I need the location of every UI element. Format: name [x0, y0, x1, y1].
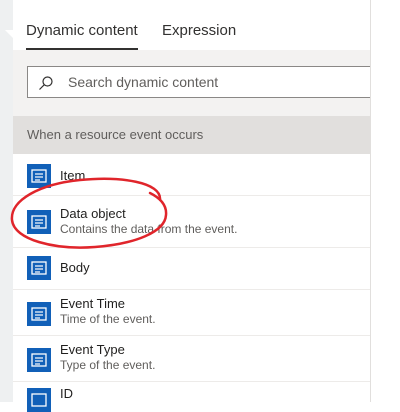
tab-dynamic-content[interactable]: Dynamic content — [26, 22, 138, 50]
list-item-id[interactable]: ID — [13, 382, 370, 412]
event-grid-icon — [27, 210, 51, 234]
search-icon — [39, 76, 53, 90]
tab-bar: Dynamic content Expression — [13, 0, 370, 50]
item-title: Body — [60, 260, 90, 275]
tab-expression-label: Expression — [162, 22, 237, 39]
left-edge-strip — [0, 0, 13, 402]
right-blank-area — [371, 0, 400, 402]
item-title: Event Time — [60, 296, 126, 311]
item-title: Item — [60, 168, 86, 183]
search-box[interactable] — [27, 66, 370, 98]
search-area — [13, 50, 370, 116]
list-item-item[interactable]: Item — [13, 154, 370, 196]
event-grid-icon — [27, 348, 51, 372]
event-grid-icon — [27, 388, 51, 412]
event-grid-icon — [27, 302, 51, 326]
item-description: Contains the data from the event. — [60, 222, 238, 236]
item-title: Event Type — [60, 342, 125, 357]
item-description: Time of the event. — [60, 312, 156, 326]
item-title: ID — [60, 386, 73, 401]
list-item-event-type[interactable]: Event Type Type of the event. — [13, 336, 370, 382]
search-input[interactable] — [68, 67, 358, 97]
list-item-data-object[interactable]: Data object Contains the data from the e… — [13, 196, 370, 248]
tab-expression[interactable]: Expression — [162, 22, 236, 50]
tab-dynamic-content-label: Dynamic content — [26, 22, 138, 39]
section-title: When a resource event occurs — [27, 127, 204, 142]
item-description: Type of the event. — [60, 358, 156, 372]
item-title: Data object — [60, 206, 126, 221]
event-grid-icon — [27, 256, 51, 280]
event-grid-icon — [27, 164, 51, 188]
list-item-body[interactable]: Body — [13, 248, 370, 290]
panel-pointer-notch — [5, 30, 13, 38]
trigger-section-header[interactable]: When a resource event occurs — [13, 116, 370, 154]
list-item-event-time[interactable]: Event Time Time of the event. — [13, 290, 370, 336]
dynamic-content-panel: Dynamic content Expression When a resour… — [13, 0, 371, 412]
